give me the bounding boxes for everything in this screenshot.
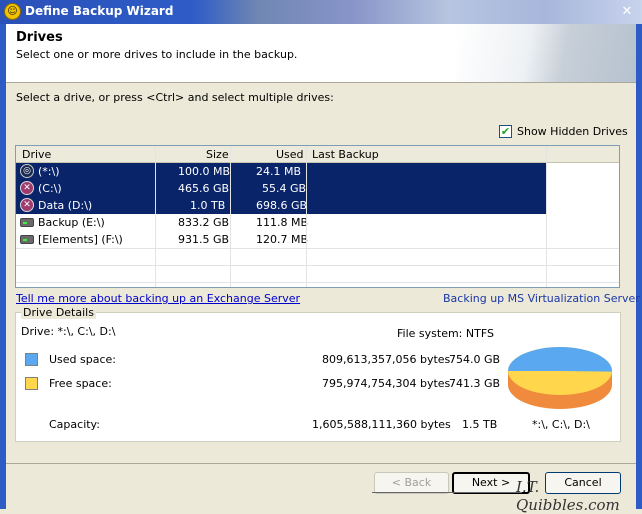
column-divider	[306, 146, 307, 287]
title-bar: ☺ Define Backup Wizard ✕	[0, 0, 642, 24]
table-row[interactable]: Backup (E:\) 833.2 GB 111.8 MB	[16, 214, 546, 231]
capacity-size: 1.5 TB	[462, 418, 498, 431]
column-divider	[546, 146, 547, 287]
page-title: Drives	[16, 30, 63, 45]
details-drive-list: Drive: *:\, C:\, D:\	[21, 325, 116, 338]
watermark-underline	[372, 492, 522, 493]
window-frame-right	[636, 24, 642, 509]
column-header-used[interactable]: Used	[276, 148, 304, 161]
error-drive-icon: ✕	[20, 181, 34, 195]
table-header: Drive Size Used Last Backup	[16, 146, 619, 163]
drive-size: 931.5 GB	[178, 233, 230, 246]
error-drive-icon: ✕	[20, 198, 34, 212]
row-divider	[16, 248, 619, 249]
row-divider	[16, 265, 619, 266]
window-frame-left	[0, 24, 6, 509]
drive-size: 1.0 TB	[190, 199, 226, 212]
close-icon[interactable]: ✕	[618, 3, 636, 20]
row-divider	[16, 282, 619, 283]
drive-name: Backup (E:\)	[38, 216, 105, 229]
table-row[interactable]: ◎ (*:\) 100.0 MB 24.1 MB	[16, 163, 546, 180]
header-graphic	[456, 24, 636, 82]
wizard-header: Drives Select one or more drives to incl…	[6, 24, 636, 82]
usb-drive-icon	[20, 218, 34, 227]
usb-drive-icon	[20, 235, 34, 244]
free-space-swatch	[25, 377, 38, 390]
used-space-size: 754.0 GB	[449, 353, 501, 366]
exchange-server-link[interactable]: Tell me more about backing up an Exchang…	[16, 292, 300, 305]
drive-used: 55.4 GB	[262, 182, 307, 195]
drive-table[interactable]: Drive Size Used Last Backup ◎ (*:\) 100.…	[15, 145, 620, 288]
column-divider	[155, 146, 156, 287]
pie-drive-label: *:\, C:\, D:\	[532, 418, 590, 431]
drive-used: 120.7 MB	[256, 233, 309, 246]
drive-size: 465.6 GB	[178, 182, 230, 195]
free-space-bytes: 795,974,754,304 bytes	[322, 377, 451, 390]
drive-size: 100.0 MB	[178, 165, 231, 178]
drive-used: 111.8 MB	[256, 216, 309, 229]
table-row[interactable]: ✕ (C:\) 465.6 GB 55.4 GB	[16, 180, 546, 197]
table-row[interactable]: ✕ Data (D:\) 1.0 TB 698.6 GB	[16, 197, 546, 214]
instruction-text: Select a drive, or press <Ctrl> and sele…	[16, 91, 334, 104]
app-icon: ☺	[4, 3, 21, 20]
footer-divider	[6, 463, 636, 464]
capacity-label: Capacity:	[49, 418, 100, 431]
column-header-last-backup[interactable]: Last Backup	[312, 148, 379, 161]
column-divider	[230, 146, 231, 287]
virtualization-server-link[interactable]: Backing up MS Virtualization Server	[443, 292, 640, 305]
free-space-size: 741.3 GB	[449, 377, 501, 390]
table-row[interactable]: [Elements] (F:\) 931.5 GB 120.7 MB	[16, 231, 546, 248]
drive-name: Data (D:\)	[38, 199, 93, 212]
drive-name: [Elements] (F:\)	[38, 233, 123, 246]
window-title: Define Backup Wizard	[25, 4, 174, 18]
drive-name: (C:\)	[38, 182, 62, 195]
file-system-label: File system: NTFS	[397, 327, 494, 340]
free-space-label: Free space:	[49, 377, 112, 390]
back-button[interactable]: < Back	[374, 472, 449, 494]
column-header-drive[interactable]: Drive	[22, 148, 51, 161]
usage-pie-chart	[508, 346, 612, 409]
show-hidden-checkbox[interactable]: ✔	[499, 125, 512, 138]
used-space-label: Used space:	[49, 353, 117, 366]
used-space-bytes: 809,613,357,056 bytes	[322, 353, 451, 366]
used-space-swatch	[25, 353, 38, 366]
drive-name: (*:\)	[38, 165, 60, 178]
windows-drive-icon: ◎	[20, 164, 34, 178]
drive-details-panel: Drive Details Drive: *:\, C:\, D:\ File …	[15, 306, 621, 442]
capacity-bytes: 1,605,588,111,360 bytes	[312, 418, 451, 431]
drive-used: 24.1 MB	[256, 165, 302, 178]
page-subtitle: Select one or more drives to include in …	[16, 48, 298, 61]
drive-size: 833.2 GB	[178, 216, 230, 229]
drive-used: 698.6 GB	[256, 199, 308, 212]
drive-details-legend: Drive Details	[21, 306, 96, 319]
column-header-size[interactable]: Size	[206, 148, 229, 161]
pie-used-slice	[508, 346, 612, 372]
show-hidden-label[interactable]: Show Hidden Drives	[517, 125, 628, 138]
header-divider	[6, 82, 636, 83]
